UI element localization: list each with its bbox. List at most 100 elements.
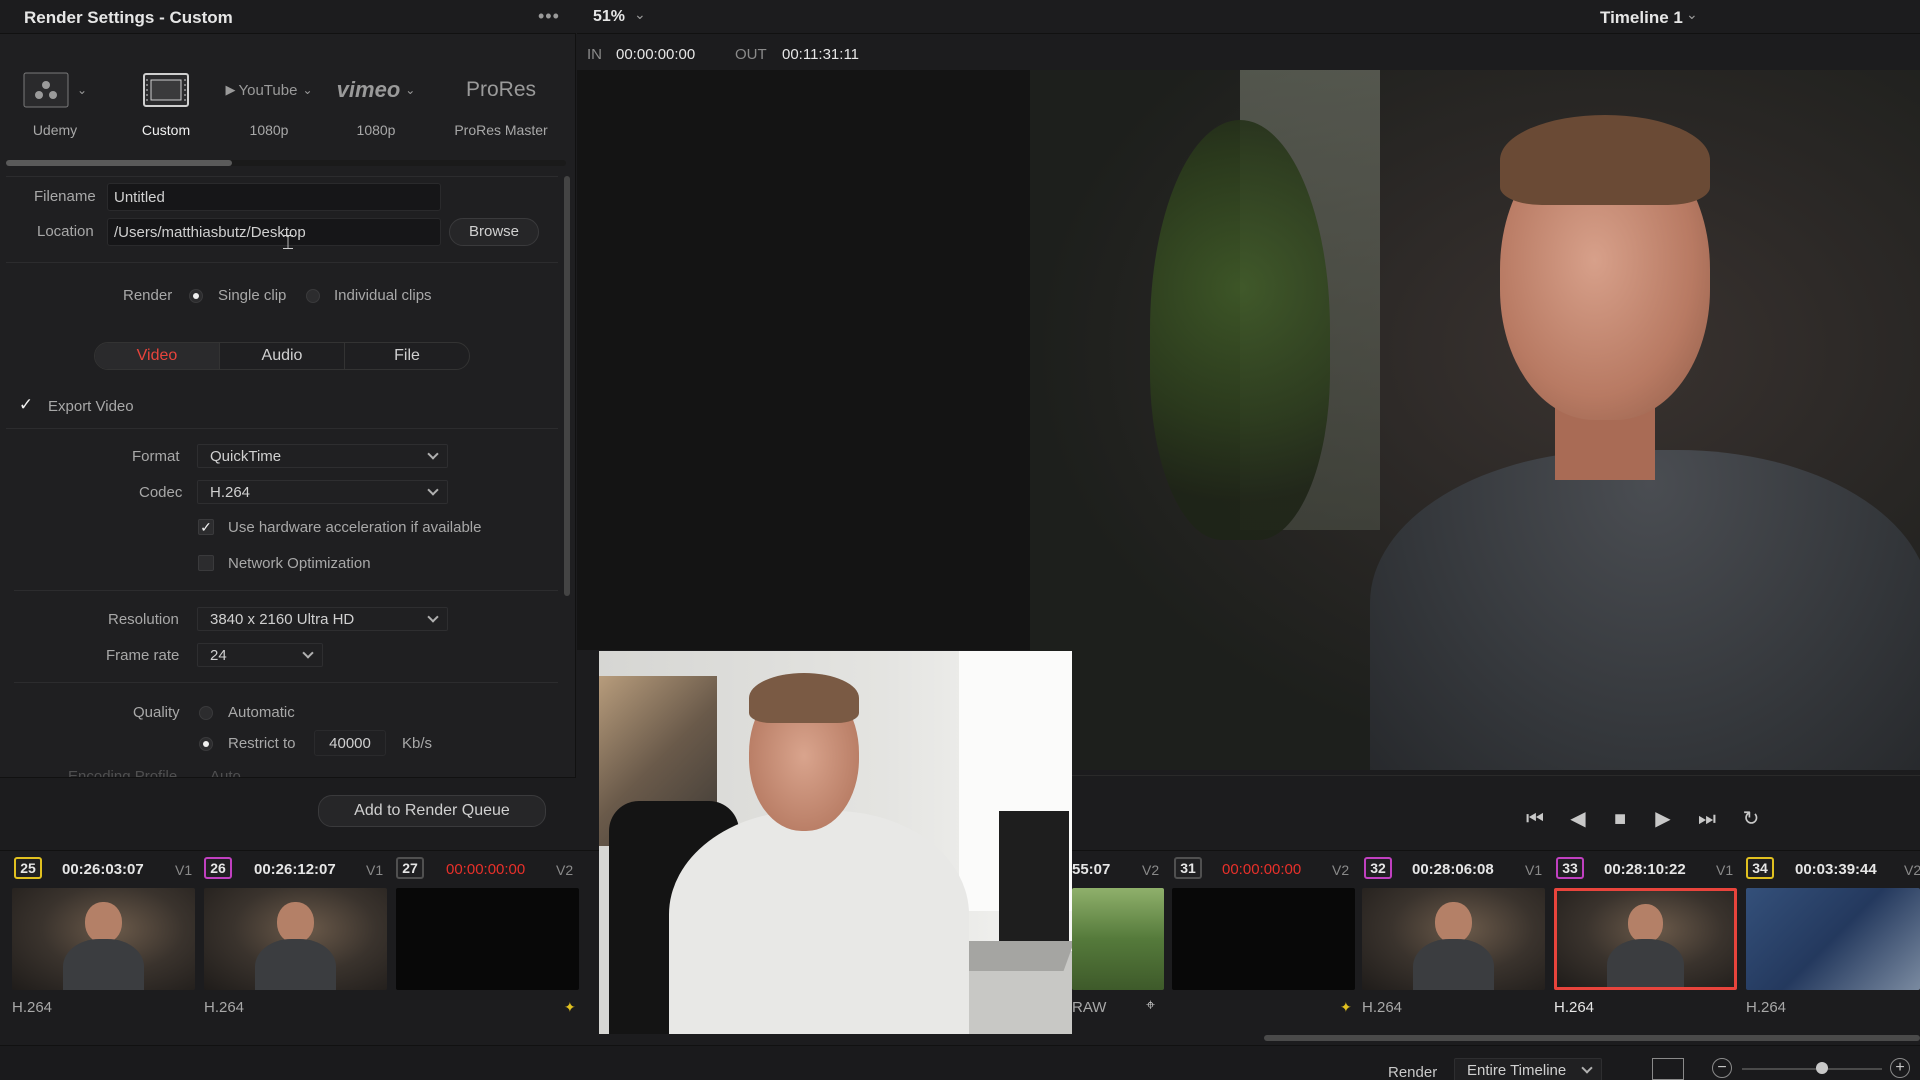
vimeo-logo-icon: vimeo ⌄ [326,70,426,110]
udemy-preset-icon: ⌄ [5,70,105,110]
clip-number: 32 [1364,857,1392,879]
stop-icon[interactable]: ■ [1608,808,1632,830]
chevron-down-icon[interactable]: ⌄ [1686,6,1698,23]
divider [14,682,558,683]
clip-thumbnail-selected[interactable] [1554,888,1737,990]
preset-label: Udemy [32,122,78,138]
clip-track: V2 [1904,862,1920,878]
chevron-down-icon[interactable]: ⌄ [634,6,646,23]
quality-restrict-radio[interactable] [199,737,213,751]
quality-restrict-label: Restrict to [228,735,296,752]
preset-prores-master[interactable]: ProRes ProRes Master [446,40,556,152]
clip-thumbnail[interactable] [1172,888,1355,990]
sparkle-icon: ✦ [564,999,576,1015]
clip-timecode: 00:00:00:00 [1222,861,1302,878]
clip-track: V2 [1332,862,1350,878]
location-input[interactable] [107,218,441,246]
export-video-label: Export Video [48,398,134,415]
render-range-select[interactable]: Entire Timeline [1454,1058,1602,1080]
preset-label: 1080p [249,122,289,138]
clip-timecode: 00:00:00:00 [446,861,526,878]
export-video-checkbox[interactable]: ✓ [18,396,34,414]
skip-to-end-icon[interactable]: ⏭ [1695,808,1719,830]
chevron-down-icon: ⌄ [302,83,313,97]
clip-track: V1 [1525,862,1543,878]
bitrate-input[interactable] [314,730,386,756]
filename-label: Filename [34,188,96,205]
preset-scrollbar-thumb[interactable] [6,160,232,166]
individual-clips-radio[interactable] [306,289,320,303]
film-strip-icon [116,70,216,110]
person-hair [1500,115,1710,205]
filename-input[interactable] [107,183,441,211]
quality-automatic-radio[interactable] [199,706,213,720]
format-label: Format [132,448,180,465]
person-shirt [1370,450,1920,770]
frame-rate-select[interactable]: 24 [197,643,323,667]
loop-icon[interactable]: ↻ [1739,808,1763,830]
clip-thumbnail[interactable] [1746,888,1920,990]
viewer-header [577,0,1920,34]
play-icon[interactable]: ▶ [1651,808,1675,830]
chevron-down-icon: ⌄ [405,83,416,97]
preset-youtube-1080p[interactable]: ▶ YouTube ⌄ 1080p [219,40,319,152]
more-options-icon[interactable]: ••• [538,6,560,27]
clip-thumbnail[interactable] [204,888,387,990]
clip-codec: H.264 [12,999,53,1016]
clip-number: 25 [14,857,42,879]
out-timecode[interactable]: 00:11:31:11 [782,46,859,63]
chevron-down-icon [427,484,439,496]
codec-select[interactable]: H.264 [197,480,448,504]
zoom-level[interactable]: 51% [593,8,625,26]
hardware-acceleration-checkbox[interactable]: ✓ [198,519,214,535]
clip-timecode: 00:28:06:08 [1412,861,1494,878]
clip-track: V2 [1142,862,1160,878]
preset-udemy[interactable]: ⌄ Udemy [5,40,105,152]
chevron-down-icon [1581,1062,1593,1074]
render-range-label: Render [1388,1064,1438,1080]
divider [6,262,558,263]
overlay-person-body [669,811,969,1034]
zoom-in-icon[interactable]: + [1890,1058,1910,1078]
single-clip-radio[interactable] [189,289,203,303]
play-reverse-icon[interactable]: ◀ [1566,808,1590,830]
clip-thumbnail[interactable] [1072,888,1164,990]
zoom-slider-handle[interactable] [1816,1062,1828,1074]
chevron-down-icon [427,448,439,460]
skip-to-start-icon[interactable]: ⏮ [1523,808,1547,830]
individual-clips-label: Individual clips [334,287,432,304]
prores-logo-icon: ProRes [446,70,556,110]
network-optimization-checkbox[interactable] [198,555,214,571]
render-range-value: Entire Timeline [1467,1062,1567,1079]
add-to-render-queue-button[interactable]: Add to Render Queue [318,795,546,827]
codec-value: H.264 [210,484,251,501]
format-select[interactable]: QuickTime [197,444,448,468]
zoom-slider[interactable] [1742,1068,1882,1070]
overlay-speaker [999,811,1069,941]
clip-timecode: 00:03:39:44 [1795,861,1877,878]
clip-thumbnail[interactable] [12,888,195,990]
grid-view-icon[interactable] [1652,1058,1684,1080]
preset-vimeo-1080p[interactable]: vimeo ⌄ 1080p [326,40,426,152]
divider [6,176,558,177]
clip-thumbnail[interactable] [1362,888,1545,990]
sparkle-icon: ✦ [1340,999,1352,1015]
prores-logo-text: ProRes [465,78,537,101]
zoom-out-icon[interactable]: − [1712,1058,1732,1078]
clip-codec: H.264 [1362,999,1403,1016]
timeline-name[interactable]: Timeline 1 [1600,8,1683,28]
clip-number: 31 [1174,857,1202,879]
tab-file[interactable]: File [345,343,469,369]
resolution-select[interactable]: 3840 x 2160 Ultra HD [197,607,448,631]
clip-thumbnail[interactable] [396,888,579,990]
viewer-letterbox [577,70,1030,650]
clip-codec: RAW [1072,999,1107,1016]
text-cursor-icon: ⌶ [282,232,294,254]
browse-button[interactable]: Browse [449,218,539,246]
tab-video[interactable]: Video [95,343,220,369]
preset-custom[interactable]: Custom [116,40,216,152]
settings-scrollbar[interactable] [564,176,570,596]
in-timecode[interactable]: 00:00:00:00 [616,46,695,63]
tab-audio[interactable]: Audio [220,343,345,369]
clip-strip-scrollbar[interactable] [1264,1035,1920,1041]
